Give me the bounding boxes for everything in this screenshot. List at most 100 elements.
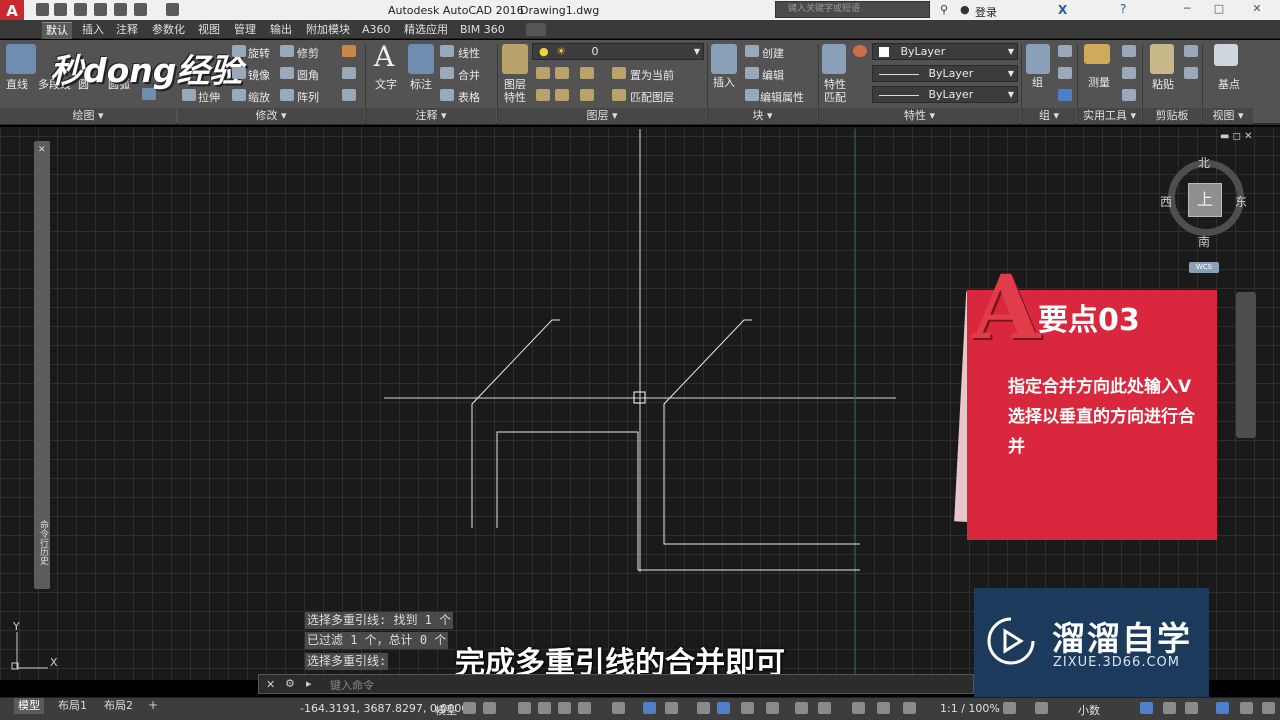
user-icon[interactable]: ●: [960, 3, 970, 16]
text-tool-label[interactable]: 文字: [375, 76, 397, 92]
group-select-icon[interactable]: [1058, 89, 1072, 101]
add-layout-button[interactable]: +: [148, 698, 158, 712]
mirror-icon[interactable]: [232, 67, 246, 79]
table-icon[interactable]: [440, 89, 454, 101]
stretch-button[interactable]: 拉伸: [198, 89, 220, 105]
utilities-panel-title[interactable]: 实用工具 ▾: [1078, 108, 1141, 124]
measure-label[interactable]: 测量: [1088, 74, 1110, 90]
mirror-button[interactable]: 镜像: [248, 67, 270, 83]
login-button[interactable]: 登录: [975, 4, 997, 20]
scale-button[interactable]: 缩放: [248, 89, 270, 105]
point-icon[interactable]: [1122, 67, 1136, 79]
linetype-dropdown[interactable]: ByLayer ▼: [872, 65, 1018, 82]
tab-a360[interactable]: A360: [358, 22, 395, 39]
calculator-icon[interactable]: [1122, 89, 1136, 101]
color-dropdown[interactable]: ByLayer ▼: [872, 43, 1018, 60]
object-snap-tracking-icon[interactable]: [643, 702, 656, 714]
groups-panel-title[interactable]: 组 ▾: [1022, 108, 1076, 124]
insert-block-icon[interactable]: [711, 44, 737, 74]
match-properties-icon[interactable]: [822, 44, 846, 74]
match-layer-icon[interactable]: [612, 89, 626, 101]
dynamic-ucs-icon[interactable]: [795, 702, 808, 714]
save-icon[interactable]: [74, 3, 87, 16]
base-point-label[interactable]: 基点: [1218, 76, 1240, 92]
measure-icon[interactable]: [1084, 44, 1110, 64]
compass-west[interactable]: 西: [1160, 193, 1172, 210]
trim-icon[interactable]: [280, 45, 294, 57]
table-button[interactable]: 表格: [458, 89, 480, 105]
close-button[interactable]: ✕: [1242, 2, 1272, 18]
selection-cycling-icon[interactable]: [741, 702, 754, 714]
cut-icon[interactable]: [1184, 45, 1198, 57]
infer-constraints-icon[interactable]: [518, 702, 531, 714]
insert-block-label[interactable]: 插入: [713, 74, 735, 90]
tab-parametric[interactable]: 参数化: [148, 22, 189, 39]
compass-north[interactable]: 北: [1198, 154, 1210, 171]
tab-annotate[interactable]: 注释: [112, 22, 142, 39]
new-file-icon[interactable]: [36, 3, 49, 16]
viewcube-top-face[interactable]: 上: [1188, 183, 1222, 217]
workspace-gear-icon[interactable]: [1003, 702, 1016, 714]
viewport-minimize-button[interactable]: ▬ ◻ ✕: [1220, 131, 1253, 142]
merge-leader-icon[interactable]: [440, 67, 454, 79]
paste-icon[interactable]: [1150, 44, 1174, 74]
create-block-icon[interactable]: [745, 45, 759, 57]
compass-south[interactable]: 南: [1198, 233, 1210, 250]
layer-freeze-icon[interactable]: [580, 67, 594, 79]
3d-osnap-icon[interactable]: [766, 702, 779, 714]
clean-screen-icon[interactable]: [1240, 702, 1253, 714]
selection-filter-icon[interactable]: [818, 702, 831, 714]
tab-insert[interactable]: 插入: [78, 22, 108, 39]
dimension-tool-icon[interactable]: [408, 44, 434, 74]
layer-off-icon[interactable]: [536, 67, 550, 79]
annotation-visibility-icon[interactable]: [877, 702, 890, 714]
tab-model[interactable]: 模型: [14, 698, 44, 714]
erase-icon[interactable]: [342, 45, 356, 57]
ungroup-icon[interactable]: [1058, 45, 1072, 57]
lock-ui-icon[interactable]: [1163, 702, 1176, 714]
trim-button[interactable]: 修剪: [297, 45, 319, 61]
array-button[interactable]: 阵列: [297, 89, 319, 105]
copy-icon[interactable]: [1184, 67, 1198, 79]
lineweight-icon[interactable]: [697, 702, 710, 714]
redo-icon[interactable]: [166, 3, 179, 16]
linear-dim-button[interactable]: 线性: [458, 45, 480, 61]
compass-east[interactable]: 东: [1235, 193, 1247, 210]
customization-icon[interactable]: [1262, 702, 1275, 714]
layer-properties-icon[interactable]: [502, 44, 528, 74]
color-wheel-icon[interactable]: [853, 45, 867, 57]
edit-attribute-icon[interactable]: [745, 89, 759, 101]
edit-block-icon[interactable]: [745, 67, 759, 79]
units-button[interactable]: 小数: [1078, 702, 1100, 718]
tab-output[interactable]: 输出: [266, 22, 296, 39]
minimize-button[interactable]: ─: [1172, 2, 1202, 18]
lineweight-dropdown[interactable]: ByLayer ▼: [872, 86, 1018, 103]
modify-panel-title[interactable]: 修改 ▾: [178, 108, 364, 124]
layer-properties-label2[interactable]: 特性: [504, 89, 526, 105]
layer-on-icon[interactable]: [536, 89, 550, 101]
edit-attribute-button[interactable]: 编辑属性: [760, 89, 804, 105]
save-as-icon[interactable]: [94, 3, 107, 16]
close-command-icon[interactable]: ✕: [266, 678, 275, 691]
rotate-icon[interactable]: [232, 45, 246, 57]
annotation-scale[interactable]: 1:1 / 100%: [940, 702, 1000, 715]
undo-icon[interactable]: [134, 3, 147, 16]
quick-properties-icon[interactable]: [1140, 702, 1153, 714]
exchange-icon[interactable]: X: [1058, 3, 1067, 17]
polar-tracking-icon[interactable]: [578, 702, 591, 714]
line-tool-label[interactable]: 直线: [6, 76, 28, 92]
gizmo-icon[interactable]: [852, 702, 865, 714]
merge-leader-button[interactable]: 合并: [458, 67, 480, 83]
layers-panel-title[interactable]: 图层 ▾: [498, 108, 706, 124]
tab-addins[interactable]: 附加模块: [302, 22, 354, 39]
tab-overflow-button[interactable]: [526, 23, 546, 36]
object-snap-icon[interactable]: [665, 702, 678, 714]
help-icon[interactable]: ?: [1120, 2, 1126, 16]
dimension-tool-label[interactable]: 标注: [410, 76, 432, 92]
fillet-icon[interactable]: [280, 67, 294, 79]
auto-scale-icon[interactable]: [903, 702, 916, 714]
layer-unisolate-icon[interactable]: [555, 89, 569, 101]
hardware-acceleration-icon[interactable]: [1216, 702, 1229, 714]
explode-icon[interactable]: [342, 67, 356, 79]
scale-icon[interactable]: [232, 89, 246, 101]
